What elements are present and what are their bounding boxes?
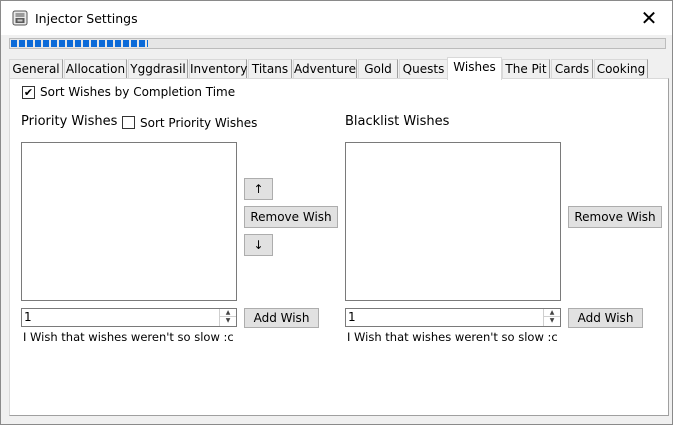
arrow-up-icon: ↑: [253, 182, 264, 196]
stepper-up-icon[interactable]: ▲: [544, 309, 560, 317]
tab-inventory[interactable]: Inventory: [189, 59, 247, 79]
settings-tabs: General Allocation Yggdrasil Inventory T…: [9, 57, 669, 80]
move-up-button[interactable]: ↑: [244, 178, 273, 200]
tab-yggdrasil[interactable]: Yggdrasil: [128, 59, 188, 79]
tab-quests[interactable]: Quests: [399, 59, 448, 79]
sort-by-completion-label: Sort Wishes by Completion Time: [40, 85, 236, 99]
progress-bar-fill: [11, 40, 148, 47]
stepper-up-icon[interactable]: ▲: [220, 309, 236, 317]
blacklist-wish-id-stepper[interactable]: 1 ▲ ▼: [345, 308, 561, 327]
progress-bar: [9, 38, 666, 49]
tab-cards[interactable]: Cards: [551, 59, 593, 79]
priority-add-wish-button[interactable]: Add Wish: [244, 308, 319, 328]
sort-priority-label: Sort Priority Wishes: [140, 116, 258, 130]
injector-settings-window: Injector Settings ✕ General Allocation Y…: [0, 0, 673, 425]
priority-wish-name: I Wish that wishes weren't so slow :c: [23, 330, 234, 344]
blacklist-wish-name: I Wish that wishes weren't so slow :c: [347, 330, 558, 344]
sort-priority-checkbox[interactable]: [122, 116, 135, 129]
priority-stepper-buttons: ▲ ▼: [219, 309, 236, 326]
priority-remove-wish-button[interactable]: Remove Wish: [244, 206, 338, 228]
stepper-down-icon[interactable]: ▼: [544, 317, 560, 325]
priority-wish-id-stepper[interactable]: 1 ▲ ▼: [21, 308, 237, 327]
blacklist-wishes-list[interactable]: [345, 142, 561, 301]
close-button[interactable]: ✕: [626, 1, 672, 35]
tab-gold[interactable]: Gold: [358, 59, 398, 79]
stepper-down-icon[interactable]: ▼: [220, 317, 236, 325]
blacklist-wishes-heading: Blacklist Wishes: [345, 114, 450, 129]
tab-titans[interactable]: Titans: [248, 59, 292, 79]
move-down-button[interactable]: ↓: [244, 234, 273, 256]
blacklist-stepper-buttons: ▲ ▼: [543, 309, 560, 326]
title-bar: Injector Settings ✕: [1, 1, 672, 35]
tab-the-pit[interactable]: The Pit: [502, 59, 550, 79]
priority-wish-id-value: 1: [24, 310, 32, 324]
close-icon: ✕: [640, 6, 658, 30]
wishes-tab-panel: ✔ Sort Wishes by Completion Time Priorit…: [9, 78, 669, 416]
priority-wishes-list[interactable]: [21, 142, 237, 301]
tab-general[interactable]: General: [9, 59, 63, 79]
arrow-down-icon: ↓: [253, 238, 264, 252]
injector-app-icon: [12, 10, 28, 26]
checkmark-icon: ✔: [23, 86, 34, 99]
blacklist-wish-id-value: 1: [348, 310, 356, 324]
blacklist-add-wish-button[interactable]: Add Wish: [568, 308, 643, 328]
blacklist-remove-wish-button[interactable]: Remove Wish: [568, 206, 662, 228]
priority-wishes-heading: Priority Wishes: [21, 114, 118, 129]
sort-by-completion-checkbox[interactable]: ✔: [22, 86, 35, 99]
tab-allocation[interactable]: Allocation: [64, 59, 127, 79]
tab-cooking[interactable]: Cooking: [594, 59, 648, 79]
tab-wishes[interactable]: Wishes: [447, 57, 502, 80]
window-title: Injector Settings: [35, 11, 138, 26]
tab-adventure[interactable]: Adventure: [293, 59, 357, 79]
